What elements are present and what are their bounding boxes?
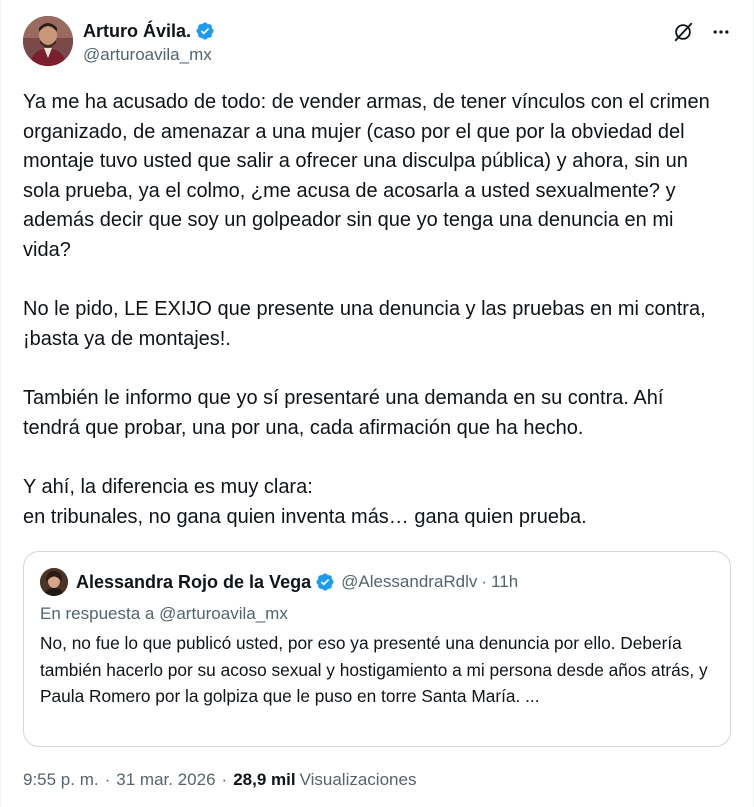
tweet-paragraph: Ya me ha acusado de todo: de vender arma… [23,91,710,261]
quoted-tweet[interactable]: Alessandra Rojo de la Vega @AlessandraRd… [23,551,731,747]
tweet-meta: 9:55 p. m. · 31 mar. 2026 · 28,9 mil Vis… [23,770,416,790]
quoted-author-avatar[interactable] [40,568,68,596]
tweet-paragraph: También le informo que yo sí presentaré … [23,387,664,439]
views-count: 28,9 mil [233,770,296,789]
header-actions [671,20,733,44]
separator-dot: · [481,572,488,591]
reply-context: En respuesta a @arturoavila_mx [40,604,288,624]
quoted-tweet-header: Alessandra Rojo de la Vega @AlessandraRd… [40,568,518,596]
author-avatar[interactable] [23,16,73,66]
verified-badge-icon [315,572,335,592]
tweet-paragraph: Y ahí, la diferencia es muy clara: en tr… [23,476,587,528]
author-handle[interactable]: @arturoavila_mx [83,45,215,65]
verified-badge-icon [195,21,215,41]
views-label: Visualizaciones [299,770,417,789]
quoted-tweet-text: No, no fue lo que publicó usted, por eso… [40,633,708,706]
tweet-header: Arturo Ávila. @arturoavila_mx [23,16,733,72]
tweet-paragraph: No le pido, LE EXIJO que presente una de… [23,298,706,350]
author-names: Arturo Ávila. @arturoavila_mx [83,20,215,65]
tweet-date[interactable]: 31 mar. 2026 [116,770,215,790]
quoted-author-name[interactable]: Alessandra Rojo de la Vega [76,572,311,593]
reply-handle-link[interactable]: @arturoavila_mx [159,604,288,623]
grok-icon[interactable] [671,20,695,44]
tweet-text: Ya me ha acusado de todo: de vender arma… [23,88,713,532]
reply-prefix: En respuesta a [40,604,155,623]
author-name[interactable]: Arturo Ávila. [83,21,191,42]
more-options-icon[interactable] [709,20,733,44]
separator-dot: · [104,770,111,789]
quoted-timestamp[interactable]: 11h [491,572,518,592]
tweet-detail: Arturo Ávila. @arturoavila_mx Ya me ha a… [0,0,754,807]
quoted-author-handle[interactable]: @AlessandraRdlv [341,572,477,592]
separator-dot: · [221,770,228,789]
tweet-time[interactable]: 9:55 p. m. [23,770,99,790]
